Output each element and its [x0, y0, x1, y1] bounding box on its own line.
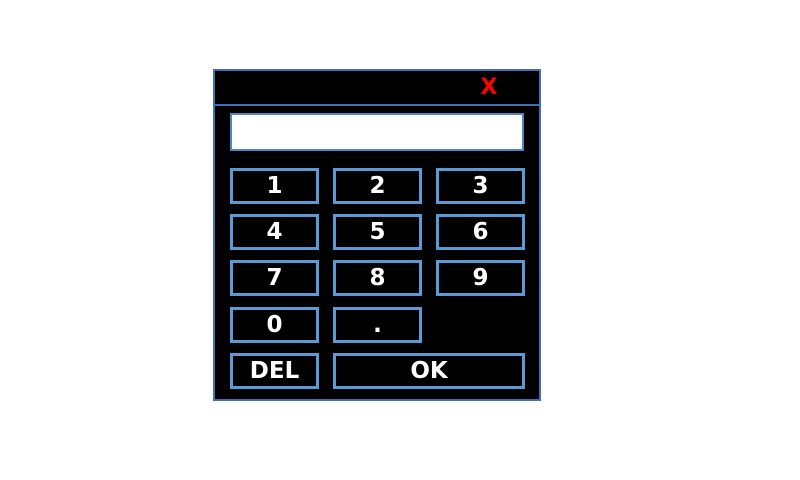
delete-button[interactable]: DEL — [230, 353, 319, 389]
decimal-point-button[interactable]: . — [333, 307, 422, 343]
key-4-button[interactable]: 4 — [230, 214, 319, 250]
key-3-button[interactable]: 3 — [436, 168, 525, 204]
numeric-keypad-dialog: X 1 2 3 4 5 6 7 8 9 0 . DEL OK — [213, 69, 541, 401]
page: X 1 2 3 4 5 6 7 8 9 0 . DEL OK — [0, 0, 800, 480]
key-9-button[interactable]: 9 — [436, 260, 525, 296]
key-1-button[interactable]: 1 — [230, 168, 319, 204]
close-button[interactable]: X — [477, 74, 501, 102]
key-8-button[interactable]: 8 — [333, 260, 422, 296]
key-6-button[interactable]: 6 — [436, 214, 525, 250]
keypad-display-input[interactable] — [230, 113, 524, 151]
ok-button[interactable]: OK — [333, 353, 525, 389]
key-0-button[interactable]: 0 — [230, 307, 319, 343]
key-2-button[interactable]: 2 — [333, 168, 422, 204]
key-5-button[interactable]: 5 — [333, 214, 422, 250]
key-7-button[interactable]: 7 — [230, 260, 319, 296]
keypad-title-bar: X — [215, 71, 539, 106]
